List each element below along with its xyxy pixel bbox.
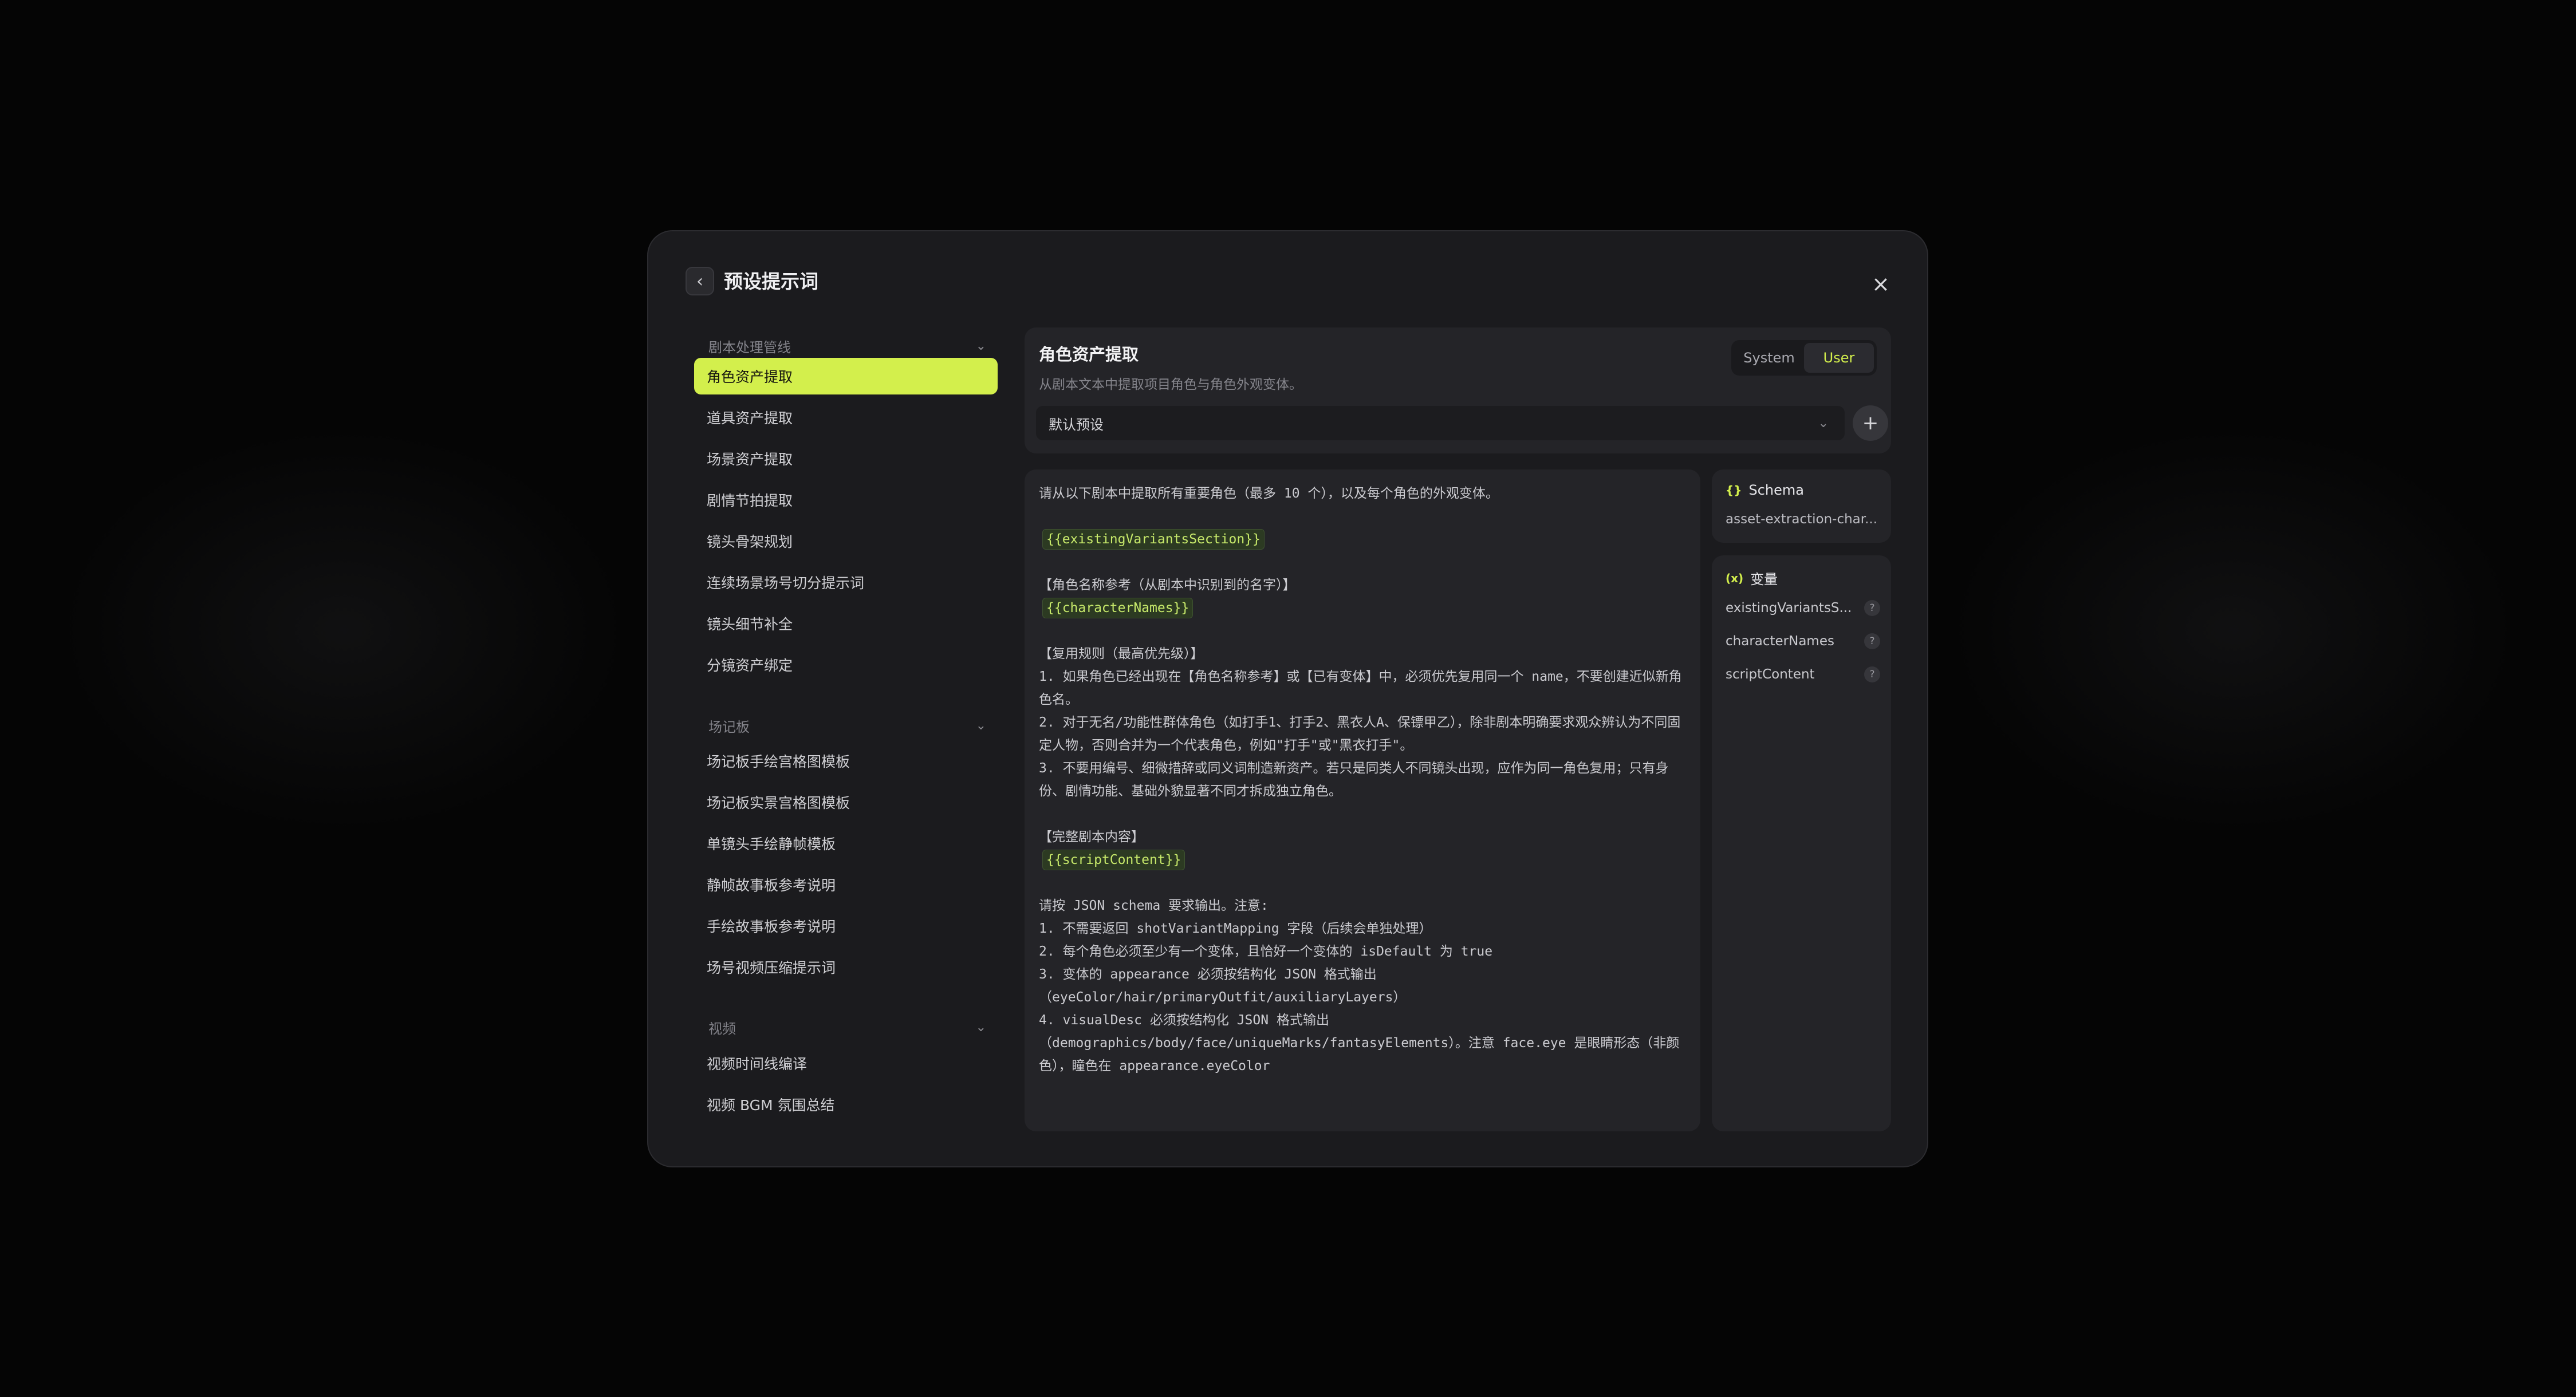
variable-icon: (x) — [1726, 571, 1744, 585]
prompt-editor-text[interactable]: 请从以下剧本中提取所有重要角色（最多 10 个），以及每个角色的外观变体。 {{e… — [1039, 482, 1686, 1078]
editor-blank-line — [1039, 619, 1686, 642]
chevron-down-icon: ⌄ — [975, 718, 986, 733]
variable-item[interactable]: existingVariantsS... ? — [1726, 597, 1880, 619]
question-icon[interactable]: ? — [1864, 600, 1880, 616]
sidebar-item-handdrawn-grid[interactable]: 场记板手绘宫格图模板 — [694, 743, 998, 779]
editor-blank-line — [1039, 551, 1686, 574]
back-button[interactable]: ‹ — [686, 267, 714, 295]
editor-blank-line — [1039, 871, 1686, 894]
schema-value[interactable]: asset-extraction-char... — [1726, 512, 1880, 527]
sidebar-item-asset-binding[interactable]: 分镜资产绑定 — [694, 646, 998, 683]
braces-icon: {} — [1726, 483, 1742, 497]
sidebar-item-scene-assets[interactable]: 场景资产提取 — [694, 440, 998, 477]
sidebar-group-clapboard[interactable]: 场记板 ⌄ — [694, 711, 998, 740]
editor-line: 请从以下剧本中提取所有重要角色（最多 10 个），以及每个角色的外观变体。 — [1039, 486, 1499, 501]
template-variable-chip: {{characterNames}} — [1039, 597, 1686, 619]
sidebar-item-plot-beats[interactable]: 剧情节拍提取 — [694, 482, 998, 518]
sidebar-item-handdrawn-storyboard[interactable]: 手绘故事板参考说明 — [694, 907, 998, 944]
variables-panel: (x) 变量 existingVariantsS... ? characterN… — [1712, 555, 1891, 1131]
editor-line: 【角色名称参考（从剧本中识别到的名字）】 — [1039, 578, 1296, 593]
close-button[interactable]: × — [1868, 271, 1893, 297]
sidebar-item-timeline-compile[interactable]: 视频时间线编译 — [694, 1045, 998, 1082]
sidebar-item-video-compress[interactable]: 场号视频压缩提示词 — [694, 949, 998, 985]
editor-line: 3. 变体的 appearance 必须按结构化 JSON 格式输出 — [1039, 967, 1377, 982]
editor-line: （eyeColor/hair/primaryOutfit/auxiliaryLa… — [1039, 990, 1407, 1005]
schema-label: Schema — [1748, 482, 1804, 498]
preset-prompts-modal: ‹ 预设提示词 × 剧本处理管线 ⌄ 角色资产提取 道具资产提取 场景资产提取 … — [647, 230, 1928, 1167]
template-variable: {{characterNames}} — [1042, 598, 1194, 618]
template-variable-chip: {{scriptContent}} — [1039, 849, 1686, 871]
prompt-subtitle: 从剧本文本中提取项目角色与角色外观变体。 — [1039, 377, 1302, 392]
variable-item[interactable]: characterNames ? — [1726, 630, 1880, 653]
sidebar-group-pipeline[interactable]: 剧本处理管线 ⌄ — [694, 332, 998, 360]
variable-item[interactable]: scriptContent ? — [1726, 663, 1880, 686]
chevron-down-icon: ⌄ — [1818, 416, 1829, 431]
prompt-header-card: 角色资产提取 从剧本文本中提取项目角色与角色外观变体。 System User … — [1025, 327, 1891, 453]
sidebar-item-bgm-summary[interactable]: 视频 BGM 氛围总结 — [694, 1086, 998, 1123]
editor-line: （demographics/body/face/uniqueMarks/fant… — [1039, 1036, 1680, 1074]
template-variable-chip: {{existingVariantsSection}} — [1039, 528, 1686, 551]
sidebar-item-still-storyboard[interactable]: 静帧故事板参考说明 — [694, 866, 998, 903]
sidebar-item-live-grid[interactable]: 场记板实景宫格图模板 — [694, 784, 998, 820]
sidebar-item-single-frame[interactable]: 单镜头手绘静帧模板 — [694, 825, 998, 862]
schema-panel: {} Schema asset-extraction-char... — [1712, 469, 1891, 543]
template-variable: {{scriptContent}} — [1042, 850, 1185, 870]
chevron-down-icon: ⌄ — [975, 338, 986, 353]
editor-line: 3. 不要用编号、细微措辞或同义词制造新资产。若只是同类人不同镜头出现，应作为同… — [1039, 761, 1669, 799]
editor-line: 1. 不需要返回 shotVariantMapping 字段（后续会单独处理） — [1039, 921, 1432, 936]
plus-icon: + — [1862, 412, 1879, 435]
sidebar-item-scene-split[interactable]: 连续场景场号切分提示词 — [694, 564, 998, 601]
preset-select-value: 默认预设 — [1049, 416, 1104, 433]
chevron-down-icon: ⌄ — [975, 1020, 986, 1035]
prompt-title: 角色资产提取 — [1039, 345, 1139, 364]
editor-line: 【复用规则（最高优先级）】 — [1039, 646, 1204, 661]
question-icon[interactable]: ? — [1864, 666, 1880, 682]
template-variable: {{existingVariantsSection}} — [1042, 529, 1265, 550]
sidebar-item-prop-assets[interactable]: 道具资产提取 — [694, 399, 998, 436]
variables-label: 变量 — [1750, 571, 1778, 587]
modal-title: 预设提示词 — [724, 270, 818, 293]
sidebar-item-shot-details[interactable]: 镜头细节补全 — [694, 605, 998, 642]
sidebar-group-video[interactable]: 视频 ⌄ — [694, 1013, 998, 1041]
role-toggle: System User — [1731, 340, 1877, 376]
sidebar-item-shot-skeleton[interactable]: 镜头骨架规划 — [694, 523, 998, 559]
editor-line: 【完整剧本内容】 — [1039, 830, 1144, 844]
chevron-left-icon: ‹ — [696, 271, 703, 291]
tab-user[interactable]: User — [1804, 343, 1874, 373]
editor-line: 1. 如果角色已经出现在【角色名称参考】或【已有变体】中，必须优先复用同一个 n… — [1039, 669, 1682, 707]
editor-line: 请按 JSON schema 要求输出。注意: — [1039, 898, 1269, 913]
tab-system[interactable]: System — [1734, 343, 1804, 373]
add-preset-button[interactable]: + — [1853, 405, 1888, 441]
editor-blank-line — [1039, 803, 1686, 826]
editor-line: 4. visualDesc 必须按结构化 JSON 格式输出 — [1039, 1013, 1329, 1028]
editor-line: 2. 每个角色必须至少有一个变体，且恰好一个变体的 isDefault 为 tr… — [1039, 944, 1493, 959]
sidebar-item-character-assets[interactable]: 角色资产提取 — [694, 358, 998, 394]
prompt-editor[interactable]: 请从以下剧本中提取所有重要角色（最多 10 个），以及每个角色的外观变体。 {{e… — [1025, 469, 1700, 1131]
editor-line: 2. 对于无名/功能性群体角色（如打手1、打手2、黑衣人A、保镖甲乙），除非剧本… — [1039, 715, 1681, 753]
preset-select[interactable]: 默认预设 ⌄ — [1036, 406, 1845, 440]
close-icon: × — [1872, 271, 1890, 297]
question-icon[interactable]: ? — [1864, 633, 1880, 649]
editor-blank-line — [1039, 505, 1686, 528]
